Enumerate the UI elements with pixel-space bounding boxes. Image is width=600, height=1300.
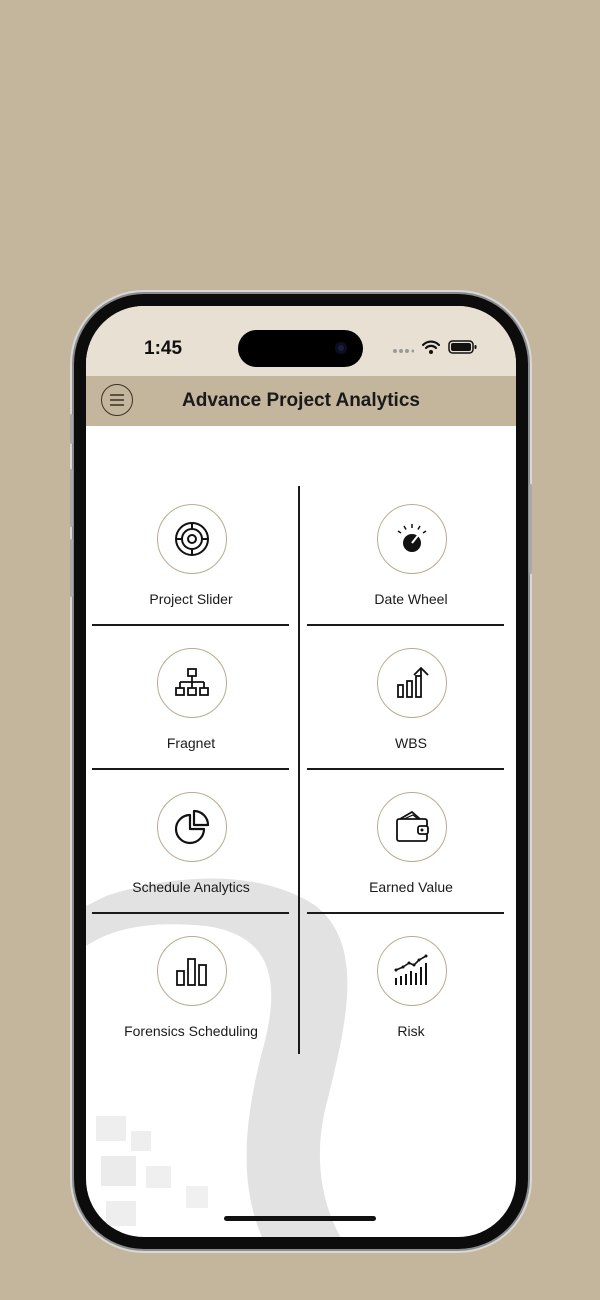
status-time: 1:45	[144, 338, 183, 359]
row-divider	[92, 624, 289, 626]
hierarchy-icon	[175, 668, 209, 696]
tile-risk[interactable]: Risk	[306, 918, 516, 1056]
wifi-icon	[421, 340, 441, 359]
home-indicator[interactable]	[224, 1216, 376, 1221]
growth-bars-arrow-icon	[397, 666, 429, 698]
tile-label: Fragnet	[166, 735, 216, 751]
wallet-icon	[396, 810, 429, 842]
row-divider	[92, 912, 289, 914]
tile-wbs[interactable]: WBS	[306, 630, 516, 768]
row-divider	[92, 768, 289, 770]
row-divider	[307, 768, 504, 770]
status-bar: 1:45	[86, 306, 516, 376]
tile-label: Forensics Scheduling	[124, 1023, 258, 1039]
battery-icon	[448, 340, 478, 359]
tile-label: Date Wheel	[374, 591, 448, 607]
tile-label: Schedule Analytics	[132, 879, 250, 895]
page-title: Advance Project Analytics	[182, 390, 420, 411]
tile-label: Risk	[397, 1023, 425, 1039]
app-screen: 1:45 Advance Project Analytics Project S…	[86, 306, 516, 1237]
target-slider-icon	[175, 522, 209, 556]
trend-chart-icon	[394, 954, 428, 985]
volume-up-button	[70, 469, 73, 527]
menu-button[interactable]	[101, 384, 133, 416]
tile-schedule-analytics[interactable]: Schedule Analytics	[86, 774, 296, 912]
gauge-dial-icon	[397, 524, 427, 552]
pie-chart-icon	[174, 809, 210, 845]
tile-label: WBS	[395, 735, 427, 751]
volume-down-button	[70, 539, 73, 597]
app-header: Advance Project Analytics	[86, 376, 516, 426]
camera-icon	[335, 342, 347, 354]
signal-dots-icon	[392, 341, 415, 359]
hamburger-menu-icon	[110, 394, 124, 406]
dynamic-island	[238, 330, 363, 367]
bar-chart-icon	[176, 958, 207, 986]
analytics-menu-grid: Project Slider Date Wheel Fragnet WBS Sc…	[86, 486, 516, 1056]
tile-project-slider[interactable]: Project Slider	[86, 486, 296, 624]
row-divider	[307, 624, 504, 626]
silent-switch	[70, 414, 73, 444]
tile-earned-value[interactable]: Earned Value	[306, 774, 516, 912]
tile-label: Earned Value	[369, 879, 453, 895]
row-divider	[307, 912, 504, 914]
tile-forensics-scheduling[interactable]: Forensics Scheduling	[86, 918, 296, 1056]
power-button	[529, 484, 532, 574]
phone-frame: 1:45 Advance Project Analytics Project S…	[70, 294, 532, 1249]
tile-date-wheel[interactable]: Date Wheel	[306, 486, 516, 624]
tile-fragnet[interactable]: Fragnet	[86, 630, 296, 768]
grid-vertical-divider	[298, 486, 300, 1054]
tile-label: Project Slider	[149, 591, 233, 607]
